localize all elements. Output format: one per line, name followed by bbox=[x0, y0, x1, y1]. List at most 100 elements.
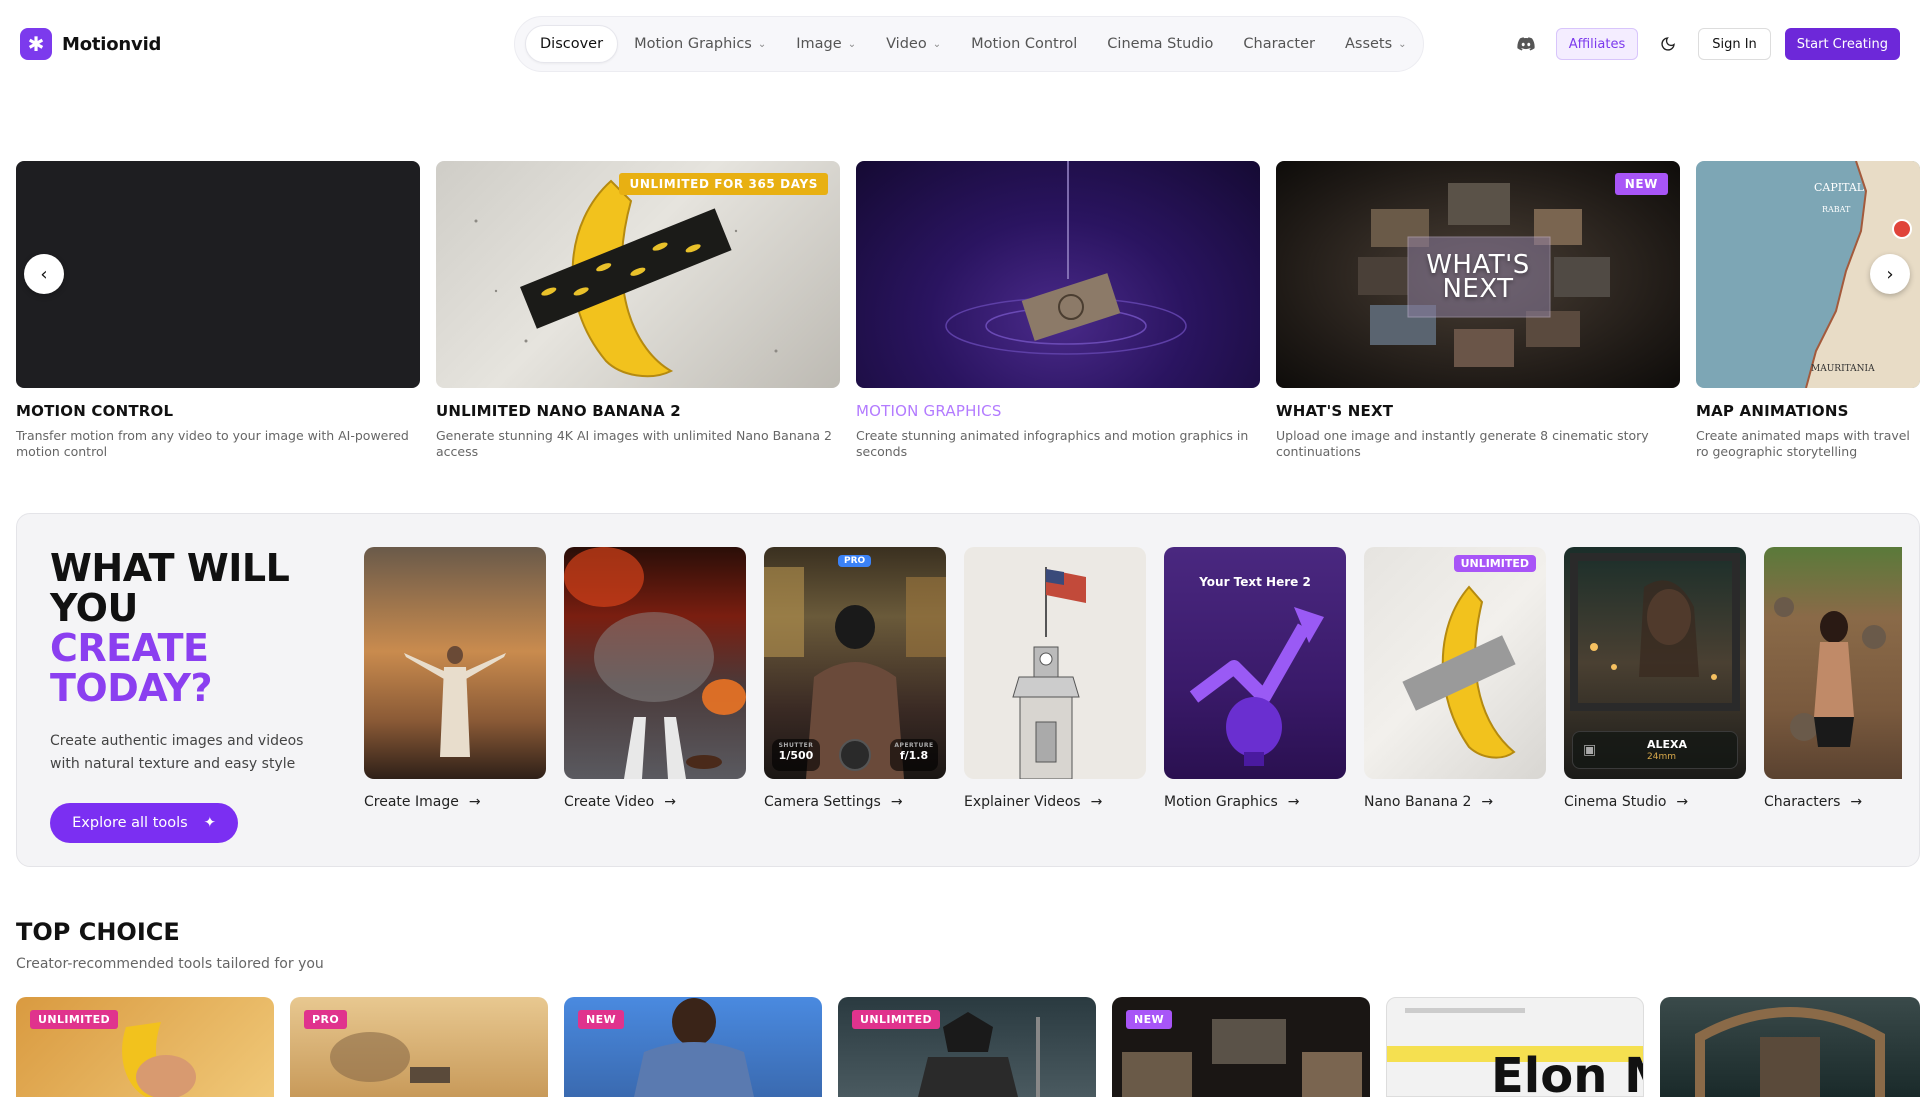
slide-badge: NEW bbox=[1614, 173, 1668, 195]
create-subtitle: Create authentic images and videos with … bbox=[50, 733, 304, 772]
slide-desc: Generate stunning 4K AI images with unli… bbox=[436, 428, 832, 459]
tool-label: Create Image → bbox=[364, 794, 546, 810]
nav-label: Motion Control bbox=[971, 36, 1078, 52]
tool-camera-settings[interactable]: PRO SHUTTER 1/500 APERTURE f/1.8 Camera … bbox=[764, 547, 946, 810]
slide-title: WHAT'S NEXT bbox=[1276, 402, 1394, 420]
nav-label: Discover bbox=[540, 36, 604, 52]
tool-nano-banana-2[interactable]: UNLIMITED Nano Banana 2 → bbox=[1364, 547, 1546, 810]
tool-cinema-studio[interactable]: ▣ ALEXA 24mm Cinema Studio → bbox=[1564, 547, 1746, 810]
chevron-down-icon: ⌄ bbox=[757, 38, 767, 50]
top-choice-card[interactable] bbox=[1660, 997, 1920, 1097]
nav-discover[interactable]: Discover bbox=[525, 25, 619, 63]
slide-desc: Transfer motion from any video to your i… bbox=[16, 428, 409, 459]
chevron-right-icon[interactable]: › bbox=[1870, 254, 1910, 294]
tool-image bbox=[564, 547, 746, 779]
nav-label: Image bbox=[796, 36, 842, 52]
nav-assets[interactable]: Assets ⌄ bbox=[1331, 25, 1421, 63]
start-creating-button[interactable]: Start Creating bbox=[1784, 28, 1900, 60]
tool-label: Explainer Videos → bbox=[964, 794, 1146, 810]
slide-title: MAP ANIMATIONS bbox=[1696, 402, 1849, 420]
tool-label-text: Motion Graphics bbox=[1164, 794, 1278, 810]
shutter-dial[interactable] bbox=[839, 739, 871, 771]
map-label: CAPITAL bbox=[1814, 181, 1865, 194]
tool-label: Motion Graphics → bbox=[1164, 794, 1346, 810]
tool-label-text: Characters bbox=[1764, 794, 1841, 810]
chevron-left-icon[interactable]: ‹ bbox=[24, 254, 64, 294]
camera-model: ALEXA bbox=[1647, 738, 1688, 751]
slide-title: MOTION GRAPHICS bbox=[856, 402, 1002, 420]
affiliates-button[interactable]: Affiliates bbox=[1555, 28, 1639, 60]
slide-whats-next[interactable]: WHAT'S NEXT NEW WHAT'S NEXT Upload one i… bbox=[1276, 161, 1680, 460]
text-line bbox=[1405, 1008, 1525, 1013]
card-badge: UNLIMITED bbox=[852, 1010, 941, 1029]
arrow-right-icon: → bbox=[890, 794, 903, 810]
slide-desc: Create stunning animated infographics an… bbox=[856, 428, 1249, 459]
aperture-caption: APERTURE bbox=[894, 742, 934, 749]
slide-nano-banana[interactable]: UNLIMITED FOR 365 DAYS UNLIMITED NANO BA… bbox=[436, 161, 840, 460]
tool-create-video[interactable]: Create Video → bbox=[564, 547, 746, 810]
section-subtitle: Creator-recommended tools tailored for y… bbox=[16, 956, 324, 972]
explore-all-tools-button[interactable]: Explore all tools ✦ bbox=[50, 803, 238, 843]
brand-logo[interactable]: ✱ Motionvid bbox=[20, 28, 161, 60]
top-choice-card[interactable]: UNLIMITED bbox=[16, 997, 274, 1097]
building-illustration bbox=[1012, 567, 1086, 779]
moon-icon[interactable] bbox=[1652, 28, 1684, 60]
tool-label-text: Camera Settings bbox=[764, 794, 881, 810]
arrow-right-icon: → bbox=[1850, 794, 1863, 810]
brand-name: Motionvid bbox=[62, 33, 162, 55]
tool-create-image[interactable]: Create Image → bbox=[364, 547, 546, 810]
library-illustration bbox=[1695, 1007, 1885, 1097]
slide-motion-graphics[interactable]: MOTION GRAPHICS Create stunning animated… bbox=[856, 161, 1260, 460]
nav-character[interactable]: Character bbox=[1229, 25, 1329, 63]
discord-icon[interactable] bbox=[1510, 28, 1542, 60]
top-choice-card[interactable]: PRO bbox=[290, 997, 548, 1097]
tool-image: Your Text Here 2 bbox=[1164, 547, 1346, 779]
create-heading-line: YOU bbox=[50, 586, 138, 630]
tool-motion-graphics[interactable]: Your Text Here 2 Motion Graphics → bbox=[1164, 547, 1346, 810]
tool-characters[interactable]: Characters → bbox=[1764, 547, 1902, 810]
top-choice-card[interactable]: NEW bbox=[564, 997, 822, 1097]
nav-image[interactable]: Image ⌄ bbox=[782, 25, 870, 63]
nav-cinema-studio[interactable]: Cinema Studio bbox=[1093, 25, 1227, 63]
slide-map-animations[interactable]: CAPITAL RABAT MAURITANIA MAP ANIMATIONS … bbox=[1696, 161, 1920, 460]
top-choice-card[interactable]: Elon M bbox=[1386, 997, 1644, 1097]
tool-badge: UNLIMITED bbox=[1453, 555, 1536, 572]
aperture-value: f/1.8 bbox=[899, 749, 929, 762]
create-heading-line: WHAT WILL bbox=[50, 546, 290, 590]
tool-label: Cinema Studio → bbox=[1564, 794, 1746, 810]
slide-image: WHAT'S NEXT NEW bbox=[1276, 161, 1680, 388]
nav-motion-control[interactable]: Motion Control bbox=[957, 25, 1091, 63]
tool-label: Nano Banana 2 → bbox=[1364, 794, 1546, 810]
person-illustration bbox=[404, 646, 506, 757]
section-title: TOP CHOICE bbox=[16, 918, 180, 946]
street-fire-illustration bbox=[564, 547, 746, 779]
camera-icon: ▣ bbox=[1583, 742, 1597, 758]
create-section: WHAT WILL YOU CREATE TODAY? Create authe… bbox=[16, 513, 1920, 867]
arrow-right-icon: → bbox=[1481, 794, 1494, 810]
nav-actions: Affiliates Sign In Start Creating bbox=[1510, 28, 1900, 60]
nav-label: Assets bbox=[1344, 36, 1393, 52]
arrow-right-icon: → bbox=[1287, 794, 1300, 810]
tool-label-text: Nano Banana 2 bbox=[1364, 794, 1472, 810]
top-choice-row: UNLIMITED PRO NEW UNLIMITED NEW Elon M bbox=[16, 997, 1920, 1097]
top-choice-card[interactable]: UNLIMITED bbox=[838, 997, 1096, 1097]
arrow-right-icon: → bbox=[1090, 794, 1103, 810]
banana-illustration bbox=[1402, 585, 1516, 759]
top-navbar: ✱ Motionvid Discover Motion Graphics ⌄ Im… bbox=[0, 0, 1920, 88]
tool-badge: PRO bbox=[838, 555, 872, 567]
slide-image: UNLIMITED FOR 365 DAYS bbox=[436, 161, 840, 388]
sparkle-icon: ✦ bbox=[203, 815, 216, 831]
shutter-caption: SHUTTER bbox=[778, 742, 814, 749]
tool-explainer-videos[interactable]: Explainer Videos → bbox=[964, 547, 1146, 810]
top-choice-header: TOP CHOICE Creator-recommended tools tai… bbox=[16, 918, 324, 972]
nav-motion-graphics[interactable]: Motion Graphics ⌄ bbox=[620, 25, 780, 63]
top-choice-card[interactable]: NEW bbox=[1112, 997, 1370, 1097]
tool-image: PRO SHUTTER 1/500 APERTURE f/1.8 bbox=[764, 547, 946, 779]
sign-in-button[interactable]: Sign In bbox=[1698, 28, 1771, 60]
tool-label: Create Video → bbox=[564, 794, 746, 810]
nav-video[interactable]: Video ⌄ bbox=[872, 25, 955, 63]
hero-carousel: MOTION CONTROL Transfer motion from any … bbox=[16, 161, 1920, 461]
slide-motion-control[interactable]: MOTION CONTROL Transfer motion from any … bbox=[16, 161, 420, 460]
whats-next-overlay: WHAT'S NEXT bbox=[1426, 250, 1530, 304]
arrow-right-icon: → bbox=[1676, 794, 1689, 810]
